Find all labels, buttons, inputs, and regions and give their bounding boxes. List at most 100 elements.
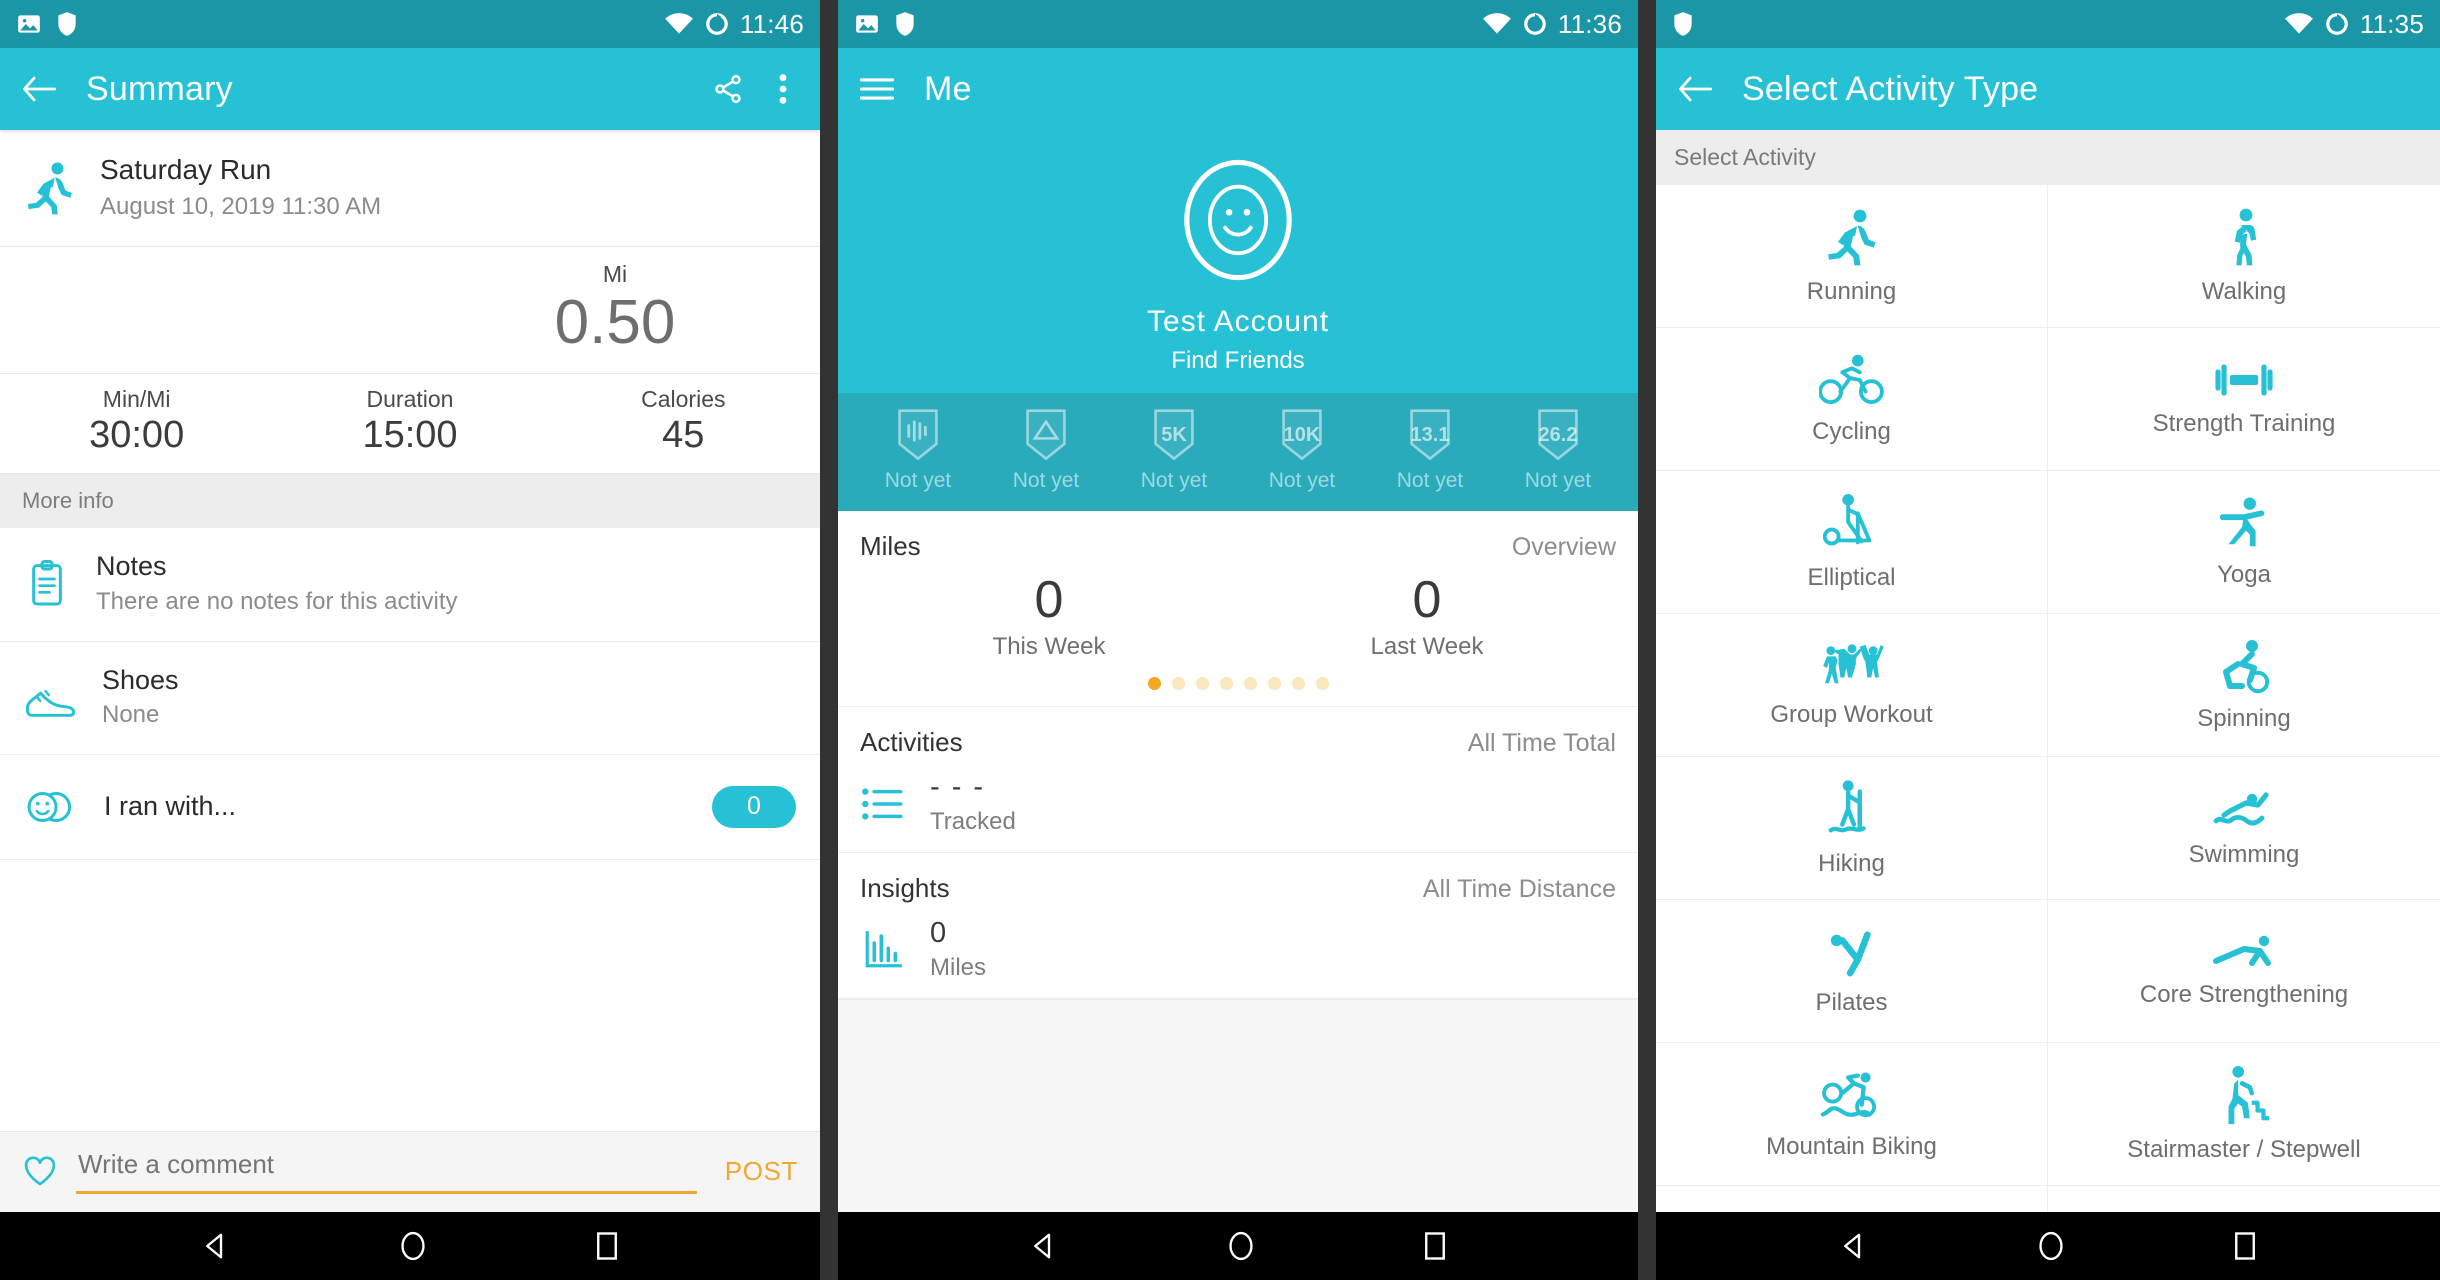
back-arrow-icon[interactable] [22,74,57,104]
phone-screen-me: 11:36 Me Test Account Find Friends Not y… [838,0,1638,1280]
pagination-dot[interactable] [1243,677,1257,691]
activity-cell-mountain-biking[interactable]: Mountain Biking [1656,1043,2048,1186]
pagination-dot[interactable] [1195,677,1209,691]
notes-clipboard-icon [24,559,70,609]
overflow-menu-icon[interactable] [778,72,788,106]
status-badge: 0 [712,785,796,828]
badge-label: Not yet [1012,469,1080,492]
activity-cell-pilates[interactable]: Pilates [1656,900,2048,1043]
card-action[interactable]: All Time Distance [1423,875,1616,904]
card-action[interactable]: All Time Total [1468,729,1616,758]
activity-cell-rowing[interactable] [1656,1186,2048,1212]
pagination-dot[interactable] [1291,677,1305,691]
badge-text: 10K [1283,423,1321,446]
activity-cell-spinning[interactable]: Spinning [2048,614,2440,757]
pagination-dot[interactable] [1315,677,1329,691]
badge-item[interactable]: 26.2 Not yet [1494,407,1622,493]
hamburger-menu-icon[interactable] [859,76,895,102]
post-button[interactable]: POST [725,1156,798,1187]
badge-item[interactable]: Not yet [982,407,1110,493]
pagination-dot[interactable] [1267,677,1281,691]
stats-row: Min/Mi 30:00 Duration 15:00 Calories 45 [0,374,820,475]
card-action[interactable]: Overview [1512,533,1616,562]
stat-value: 45 [662,413,705,456]
mountain-badge-icon [1022,407,1070,463]
activity-label: Pilates [1815,989,1888,1016]
activity-cell-cycling[interactable]: Cycling [1656,328,2048,471]
more-info-header: More info [0,474,820,529]
page-title: Summary [86,69,233,108]
activities-value: - - - [930,771,986,804]
nav-home-icon[interactable] [2037,1230,2065,1262]
heart-icon[interactable] [22,1155,58,1187]
activity-cell-elliptical[interactable]: Elliptical [1656,471,2048,614]
activity-label: Running [1806,278,1897,305]
list-item-i-ran-with[interactable]: I ran with... 0 [0,755,820,860]
waveform-badge-icon [894,407,942,463]
share-icon[interactable] [712,73,744,105]
find-friends-link[interactable]: Find Friends [838,347,1638,375]
activity-cell-running[interactable]: Running [1656,185,2048,328]
app-bar: Summary [0,48,820,130]
card-title: Activities [860,727,963,758]
pilates-icon [1827,925,1877,979]
list-item-shoes[interactable]: Shoes None [0,642,820,755]
app-bar: Me [838,48,1638,130]
comment-input-wrapper[interactable] [76,1148,701,1194]
activity-cell-group-workout[interactable]: Group Workout [1656,614,2048,757]
running-icon [24,160,76,216]
nav-back-icon[interactable] [201,1231,231,1261]
last-week-label: Last Week [1370,633,1484,661]
stat-calories: Calories 45 [547,386,820,458]
sync-icon [704,11,730,37]
activity-cell-hiking[interactable]: Hiking [1656,757,2048,900]
activity-cell-core-strengthening[interactable]: Core Strengthening [2048,900,2440,1043]
yoga-icon [2215,495,2273,551]
stat-value: 15:00 [362,413,458,456]
activity-label: Swimming [2188,841,2300,868]
activity-cell-walking[interactable]: Walking [2048,185,2440,328]
badge-item[interactable]: 10K Not yet [1238,407,1366,493]
shield-icon [894,11,916,37]
comment-input[interactable] [76,1148,701,1181]
activity-header[interactable]: Saturday Run August 10, 2019 11:30 AM [0,130,820,247]
nav-back-icon[interactable] [1029,1231,1059,1261]
activity-cell-weight-bench[interactable] [2048,1186,2440,1212]
activity-cell-yoga[interactable]: Yoga [2048,471,2440,614]
friends-smiley-icon [24,786,78,828]
nav-back-icon[interactable] [1839,1231,1869,1261]
image-icon [854,11,880,37]
activity-cell-swimming[interactable]: Swimming [2048,757,2440,900]
image-icon [16,11,42,37]
activity-cell-strength-training[interactable]: Strength Training [2048,328,2440,471]
badge-item[interactable]: Not yet [854,407,982,493]
comment-bar: POST [0,1131,820,1212]
insights-value: 0 [930,917,949,950]
badge-label: Not yet [1524,469,1592,492]
back-arrow-icon[interactable] [1678,74,1713,104]
badge-item[interactable]: 13.1 Not yet [1366,407,1494,493]
activity-cell-stairmaster[interactable]: Stairmaster / Stepwell [2048,1043,2440,1186]
cycling-icon [1817,352,1885,408]
pagination-dot[interactable] [1171,677,1185,691]
stat-value: 30:00 [89,413,185,456]
nav-recents-icon[interactable] [1423,1231,1447,1261]
smiley-avatar-icon[interactable] [1174,156,1302,284]
app-bar: Select Activity Type [1656,48,2440,130]
badge-item[interactable]: 5K Not yet [1110,407,1238,493]
nav-home-icon[interactable] [399,1230,427,1262]
pagination-dots[interactable] [860,677,1616,691]
nav-home-icon[interactable] [1227,1230,1255,1262]
android-nav-bar [838,1212,1638,1280]
activity-label: Hiking [1818,850,1885,877]
nav-recents-icon[interactable] [2233,1231,2257,1261]
list-item-notes[interactable]: Notes There are no notes for this activi… [0,528,820,642]
pagination-dot[interactable] [1219,677,1233,691]
running-icon [1824,206,1880,268]
nav-recents-icon[interactable] [595,1231,619,1261]
activity-label: Walking [2201,278,2287,305]
pagination-dot[interactable] [1147,677,1161,691]
badge-text: 13.1 [1410,423,1450,446]
hiking-icon [1826,778,1878,840]
distance-badge-icon: 5K [1150,407,1198,463]
